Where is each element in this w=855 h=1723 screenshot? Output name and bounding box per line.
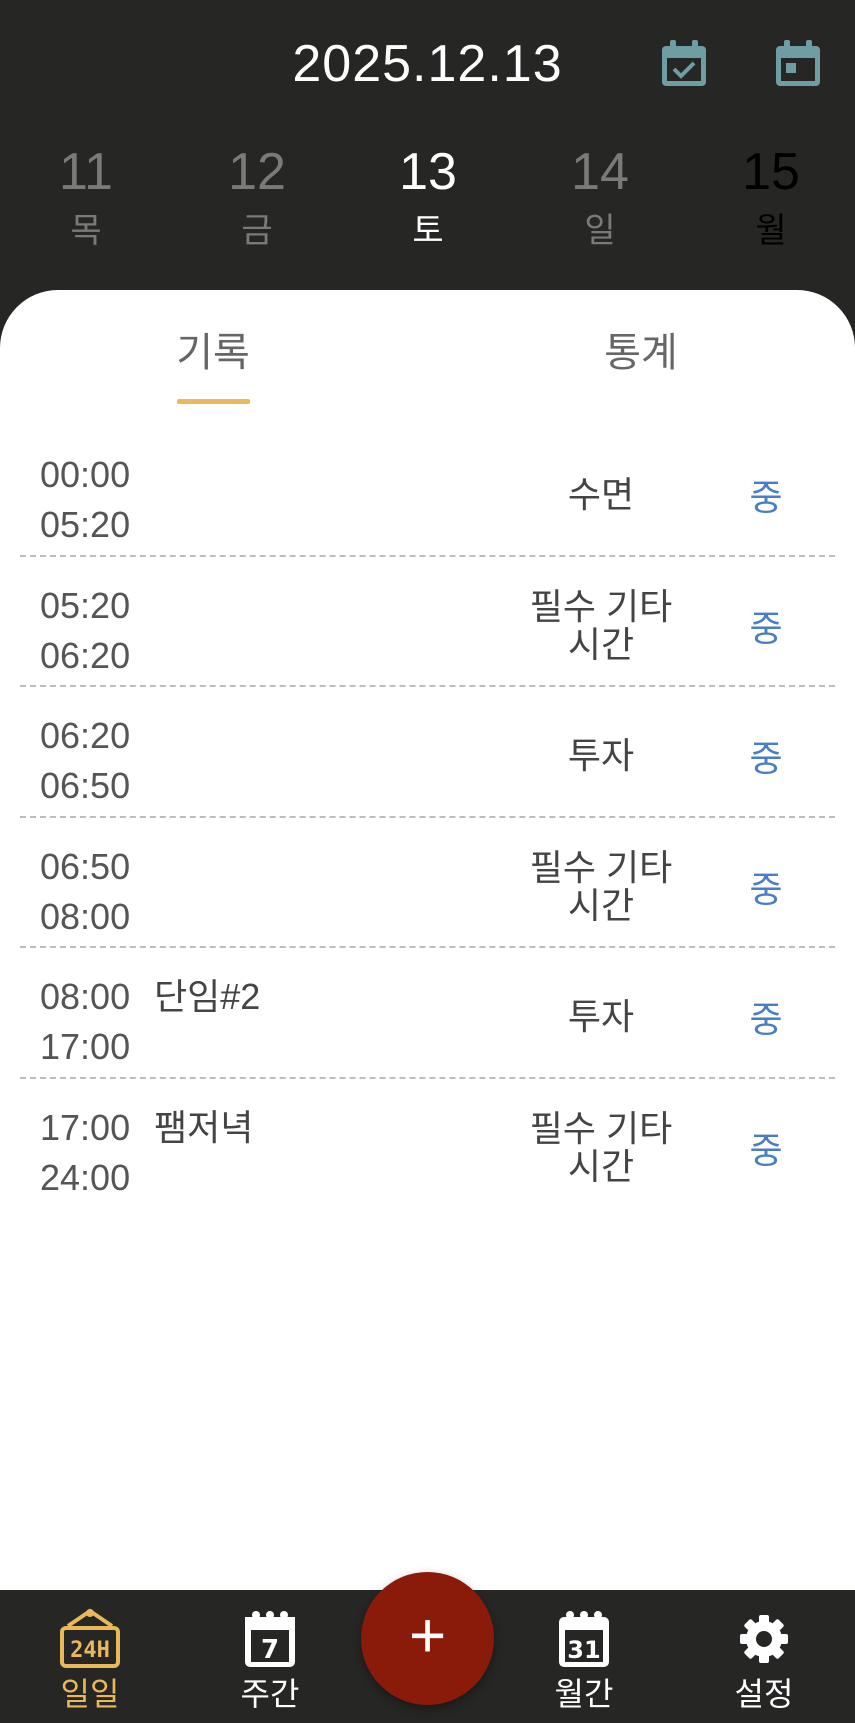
list-item[interactable]: 17:00 24:00 팸저녁 필수 기타 시간 중	[0, 1093, 855, 1224]
day-15[interactable]: 15 월	[711, 140, 831, 256]
calendar-7-text: 7	[261, 1635, 279, 1665]
end-time: 17:00	[40, 1026, 131, 1067]
time-range: 17:00 24:00	[40, 1103, 130, 1203]
nav-monthly-label: 월간	[554, 1676, 614, 1712]
list-item[interactable]: 06:20 06:50 투자 중	[0, 701, 855, 832]
start-time: 17:00	[40, 1106, 131, 1148]
sign-24h-icon: 24H	[60, 1608, 120, 1668]
add-record-button[interactable]: +	[361, 1572, 494, 1705]
time-range: 06:50 08:00	[40, 842, 130, 942]
day-11[interactable]: 11 목	[26, 140, 146, 256]
day-14[interactable]: 14 일	[540, 140, 660, 256]
record-list: 00:00 05:20 수면 중 05:20 06:20 필수 기타 시간 중 …	[0, 440, 855, 1223]
day-weekday: 토	[412, 212, 444, 250]
tab-stats[interactable]: 통계	[541, 320, 741, 378]
time-range: 05:20 06:20	[40, 581, 130, 681]
plus-icon: +	[408, 1599, 447, 1671]
nav-settings[interactable]: 설정	[704, 1608, 824, 1714]
calendar-check-icon[interactable]	[658, 38, 710, 90]
day-number: 14	[571, 143, 629, 201]
day-weekday: 일	[584, 212, 616, 250]
entry-category: 투자	[567, 735, 635, 776]
tab-record[interactable]: 기록	[113, 320, 313, 378]
entry-category: 투자	[567, 996, 635, 1037]
sign-24h-text: 24H	[70, 1638, 110, 1663]
entry-level: 중	[749, 607, 783, 649]
time-range: 00:00 05:20	[40, 450, 130, 550]
time-range: 06:20 06:50	[40, 711, 130, 811]
entry-memo: 팸저녁	[154, 1106, 254, 1148]
day-number: 15	[742, 143, 800, 201]
gear-icon	[740, 1615, 788, 1663]
entry-level: 중	[749, 738, 783, 779]
row-divider	[20, 554, 835, 557]
day-number: 13	[399, 143, 457, 201]
nav-weekly[interactable]: 7 주간	[210, 1608, 330, 1714]
start-time: 06:20	[40, 715, 131, 756]
top-header: 2025.12.13 11 목 12 금 13 토 14 일 15 월	[0, 0, 855, 320]
calendar-7-icon: 7	[245, 1611, 295, 1667]
content-panel: 기록 통계 00:00 05:20 수면 중 05:20 06:20 필수 기타…	[0, 290, 855, 1590]
start-time: 05:20	[40, 584, 131, 626]
day-weekday: 목	[70, 212, 102, 250]
day-number: 12	[228, 143, 286, 201]
list-item[interactable]: 05:20 06:20 필수 기타 시간 중	[0, 571, 855, 702]
entry-category: 필수 기타 시간	[529, 585, 673, 665]
calendar-today-icon[interactable]	[772, 38, 824, 90]
day-number: 11	[59, 143, 113, 201]
day-13-selected[interactable]: 13 토	[368, 140, 488, 256]
entry-level: 중	[749, 868, 783, 910]
nav-daily-label: 일일	[60, 1676, 120, 1712]
row-divider	[20, 1076, 835, 1079]
calendar-31-text: 31	[567, 1636, 600, 1664]
day-12[interactable]: 12 금	[197, 140, 317, 256]
day-selector: 11 목 12 금 13 토 14 일 15 월	[0, 140, 855, 260]
day-weekday: 월	[755, 212, 787, 250]
entry-level: 중	[749, 1129, 783, 1171]
end-time: 24:00	[40, 1156, 131, 1198]
end-time: 05:20	[40, 504, 131, 545]
list-item[interactable]: 08:00 17:00 단임#2 투자 중	[0, 962, 855, 1093]
time-range: 08:00 17:00	[40, 972, 130, 1072]
nav-weekly-label: 주간	[240, 1676, 300, 1712]
nav-settings-label: 설정	[734, 1676, 794, 1712]
active-tab-indicator	[177, 399, 250, 404]
row-divider	[20, 815, 835, 818]
start-time: 08:00	[40, 976, 131, 1017]
entry-category: 필수 기타 시간	[529, 1107, 673, 1187]
nav-monthly[interactable]: 31 월간	[524, 1608, 644, 1714]
list-item[interactable]: 06:50 08:00 필수 기타 시간 중	[0, 832, 855, 963]
entry-memo: 단임#2	[154, 976, 261, 1017]
start-time: 06:50	[40, 845, 131, 887]
current-date[interactable]: 2025.12.13	[0, 34, 855, 94]
end-time: 06:20	[40, 634, 131, 676]
calendar-31-icon: 31	[559, 1611, 609, 1667]
day-weekday: 금	[241, 212, 273, 250]
nav-daily[interactable]: 24H 일일	[30, 1608, 150, 1714]
row-divider	[20, 946, 835, 948]
row-divider	[20, 685, 835, 687]
entry-level: 중	[749, 999, 783, 1040]
entry-category: 수면	[567, 474, 635, 515]
end-time: 08:00	[40, 895, 131, 937]
list-item[interactable]: 00:00 05:20 수면 중	[0, 440, 855, 571]
entry-level: 중	[749, 477, 783, 518]
entry-category: 필수 기타 시간	[529, 846, 673, 926]
start-time: 00:00	[40, 454, 131, 495]
end-time: 06:50	[40, 765, 131, 806]
